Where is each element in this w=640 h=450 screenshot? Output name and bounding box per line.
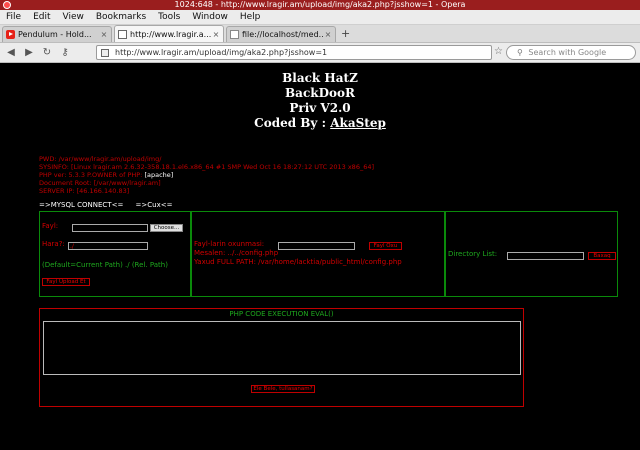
eval-title: PHP CODE EXECUTION EVAL() [229, 310, 334, 318]
author-link[interactable]: AkaStep [330, 116, 386, 130]
youtube-icon [6, 30, 15, 39]
title-line-1: Black HatZ [282, 71, 358, 85]
full-path-label: Yaxud FULL PATH: /var/home/lacktia/publi… [194, 258, 402, 266]
address-bar[interactable]: http://www.lragir.am/upload/img/aka2.php… [96, 45, 492, 60]
logout-link[interactable]: =>Cux<= [136, 201, 173, 209]
tool-links: =>MYSQL CONNECT<= =>Cux<= [39, 201, 182, 209]
read-file-input[interactable] [278, 242, 355, 250]
page-icon [118, 29, 127, 39]
file-input[interactable] [72, 224, 148, 232]
eval-panel: PHP CODE EXECUTION EVAL() Ele Bele, tull… [39, 308, 524, 407]
window-title: 1024:648 - http://www.lragir.am/upload/i… [174, 0, 466, 9]
close-icon[interactable]: × [324, 30, 332, 39]
menu-file[interactable]: File [6, 10, 21, 25]
directory-list-label: Directory List: [448, 250, 498, 258]
file-icon [230, 30, 239, 39]
reload-icon[interactable]: ↻ [40, 47, 54, 58]
server-info: PWD: /var/www/lragir.am/upload/img/ SYSI… [39, 155, 374, 195]
mysql-connect-link[interactable]: =>MYSQL CONNECT<= [39, 201, 123, 209]
tab-lragir[interactable]: http://www.lragir.a... × [114, 25, 224, 42]
menu-edit[interactable]: Edit [33, 10, 50, 25]
tab-localfile[interactable]: file://localhost/med... × [226, 26, 336, 42]
eval-execute-button[interactable]: Ele Bele, tullasanam? [251, 385, 315, 393]
coded-by-line: Coded By : AkaStep [0, 116, 640, 131]
eval-code-textarea[interactable] [43, 321, 521, 375]
destination-label: Hara?: [42, 240, 65, 248]
page-heading: Black HatZ BackDooR Priv V2.0 Coded By :… [0, 71, 640, 131]
menu-help[interactable]: Help [240, 10, 261, 25]
sysinfo-line: SYSINFO: [Linux lragir.am 2.6.32-358.18.… [39, 163, 375, 171]
search-icon: ⚲ [517, 48, 523, 57]
back-icon[interactable]: ◀ [4, 47, 18, 58]
php-owner-value: [apache] [144, 171, 174, 179]
tab-label: Pendulum - Hold... [18, 30, 92, 39]
search-placeholder: Search with Google [528, 48, 607, 57]
directory-panel: Directory List: Baxaq [445, 211, 618, 297]
docroot-line: Document Root: [/var/www/lragir.am] [39, 179, 161, 187]
read-file-label: Fayl-larin oxunmasi: [194, 240, 265, 248]
window-titlebar: 1024:648 - http://www.lragir.am/upload/i… [0, 0, 640, 10]
coded-by-label: Coded By : [254, 116, 327, 130]
page-content: Black HatZ BackDooR Priv V2.0 Coded By :… [0, 63, 640, 450]
close-icon[interactable]: × [212, 30, 220, 39]
server-ip-line: SERVER IP: [46.166.140.83] [39, 187, 130, 195]
search-input[interactable]: ⚲ Search with Google [506, 45, 636, 60]
navigation-bar: ◀ ▶ ↻ ⚷ http://www.lragir.am/upload/img/… [0, 43, 640, 63]
directory-list-button[interactable]: Baxaq [588, 252, 616, 260]
close-icon[interactable]: × [100, 30, 108, 39]
tab-bar: Pendulum - Hold... × http://www.lragir.a… [0, 25, 640, 43]
tab-label: http://www.lragir.a... [130, 29, 212, 39]
file-label: Fayl: [42, 222, 59, 230]
menu-tools[interactable]: Tools [158, 10, 180, 25]
upload-hint: (Default=Current Path) ./ (Rel. Path) [42, 261, 168, 269]
php-owner-line: PHP ver: 5.3.3 P.OWNER of PHP: [apache] [39, 171, 374, 179]
tab-pendulum[interactable]: Pendulum - Hold... × [2, 26, 112, 42]
menu-bookmarks[interactable]: Bookmarks [96, 10, 146, 25]
read-file-button[interactable]: Fayl Oxu [369, 242, 402, 250]
choose-file-button[interactable]: Choose... [150, 224, 183, 232]
read-file-panel: Fayl-larin oxunmasi: Fayl Oxu Mesalen: .… [191, 211, 445, 297]
pwd-line: PWD: /var/www/lragir.am/upload/img/ [39, 155, 162, 163]
menu-view[interactable]: View [63, 10, 84, 25]
opera-icon [3, 1, 11, 9]
tab-label: file://localhost/med... [242, 30, 324, 39]
upload-panel: Fayl: Choose... Hara?: ./ (Default=Curre… [39, 211, 191, 297]
bookmark-star-icon[interactable]: ☆ [494, 46, 503, 57]
read-example-label: Mesalen: ../../config.php [194, 249, 279, 257]
forward-icon[interactable]: ▶ [22, 47, 36, 58]
menu-bar: File Edit View Bookmarks Tools Window He… [0, 10, 640, 25]
url-text: http://www.lragir.am/upload/img/aka2.php… [115, 48, 328, 57]
destination-input[interactable]: ./ [68, 242, 148, 250]
title-line-3: Priv V2.0 [289, 101, 351, 115]
php-owner-label: PHP ver: 5.3.3 P.OWNER of PHP: [39, 171, 143, 179]
title-line-2: BackDooR [285, 86, 355, 100]
page-icon [101, 49, 109, 57]
new-tab-icon[interactable]: + [341, 26, 350, 42]
directory-input[interactable] [507, 252, 584, 260]
upload-submit-button[interactable]: Fayl Upload Et [42, 278, 90, 286]
key-icon[interactable]: ⚷ [58, 47, 72, 58]
menu-window[interactable]: Window [192, 10, 228, 25]
